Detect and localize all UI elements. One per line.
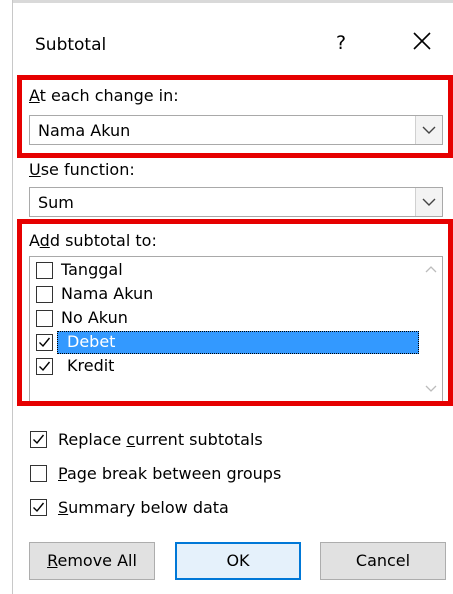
option-replace-label: Replace current subtotals <box>58 430 263 449</box>
option-page-break[interactable]: Page break between groups <box>30 463 430 485</box>
option-replace-current[interactable]: Replace current subtotals <box>30 429 430 451</box>
checkmark-icon <box>33 502 45 513</box>
checkbox-replace-current[interactable] <box>30 431 47 448</box>
change-in-value: Nama Akun <box>38 121 131 140</box>
checkbox-tanggal[interactable] <box>36 262 53 279</box>
list-item-label: Debet <box>67 332 116 351</box>
cancel-button[interactable]: Cancel <box>320 542 446 580</box>
use-function-value: Sum <box>38 193 74 212</box>
option-summary-label: Summary below data <box>58 498 229 517</box>
close-icon[interactable] <box>411 30 433 52</box>
change-in-label: At each change in: <box>29 86 179 105</box>
scroll-down-icon <box>425 385 437 392</box>
change-in-dropdown-arrow[interactable] <box>415 116 442 144</box>
list-item-debet[interactable]: Debet <box>33 331 419 355</box>
option-summary-below[interactable]: Summary below data <box>30 497 430 519</box>
chevron-down-icon <box>422 198 436 206</box>
scroll-up-icon <box>425 266 437 273</box>
chevron-down-icon <box>422 126 436 134</box>
list-item-nama-akun[interactable]: Nama Akun <box>33 283 419 307</box>
use-function-dropdown-arrow[interactable] <box>415 188 442 216</box>
change-in-dropdown[interactable]: Nama Akun <box>29 115 443 145</box>
subtotal-dialog: Subtotal ? At each change in: Nama Akun … <box>0 0 453 594</box>
add-subtotal-label: Add subtotal to: <box>29 231 157 250</box>
list-item-label: Kredit <box>67 356 115 375</box>
listbox-scrollbar[interactable] <box>420 257 442 403</box>
use-function-label: Use function: <box>29 160 135 179</box>
use-function-dropdown[interactable]: Sum <box>29 187 443 217</box>
checkmark-icon <box>39 337 51 348</box>
checkbox-debet[interactable] <box>36 334 53 351</box>
background-spreadsheet-edge <box>0 0 13 594</box>
list-item-label: No Akun <box>61 308 128 327</box>
checkbox-page-break[interactable] <box>30 465 47 482</box>
checkmark-icon <box>33 434 45 445</box>
add-subtotal-listbox[interactable]: Tanggal Nama Akun No Akun Debet Kredit <box>29 256 443 404</box>
option-page-break-label: Page break between groups <box>58 464 282 483</box>
list-item-tanggal[interactable]: Tanggal <box>33 259 419 283</box>
title-bar: Subtotal ? <box>13 3 453 73</box>
ok-button[interactable]: OK <box>175 542 301 580</box>
checkbox-summary-below[interactable] <box>30 499 47 516</box>
list-item-label: Nama Akun <box>61 284 154 303</box>
checkbox-nama-akun[interactable] <box>36 286 53 303</box>
checkmark-icon <box>39 361 51 372</box>
checkbox-no-akun[interactable] <box>36 310 53 327</box>
list-item-kredit[interactable]: Kredit <box>33 355 419 379</box>
checkbox-kredit[interactable] <box>36 358 53 375</box>
help-button[interactable]: ? <box>336 32 346 54</box>
dialog-title: Subtotal <box>35 35 107 55</box>
list-item-no-akun[interactable]: No Akun <box>33 307 419 331</box>
remove-all-button[interactable]: Remove All <box>29 542 155 580</box>
list-item-label: Tanggal <box>61 260 123 279</box>
